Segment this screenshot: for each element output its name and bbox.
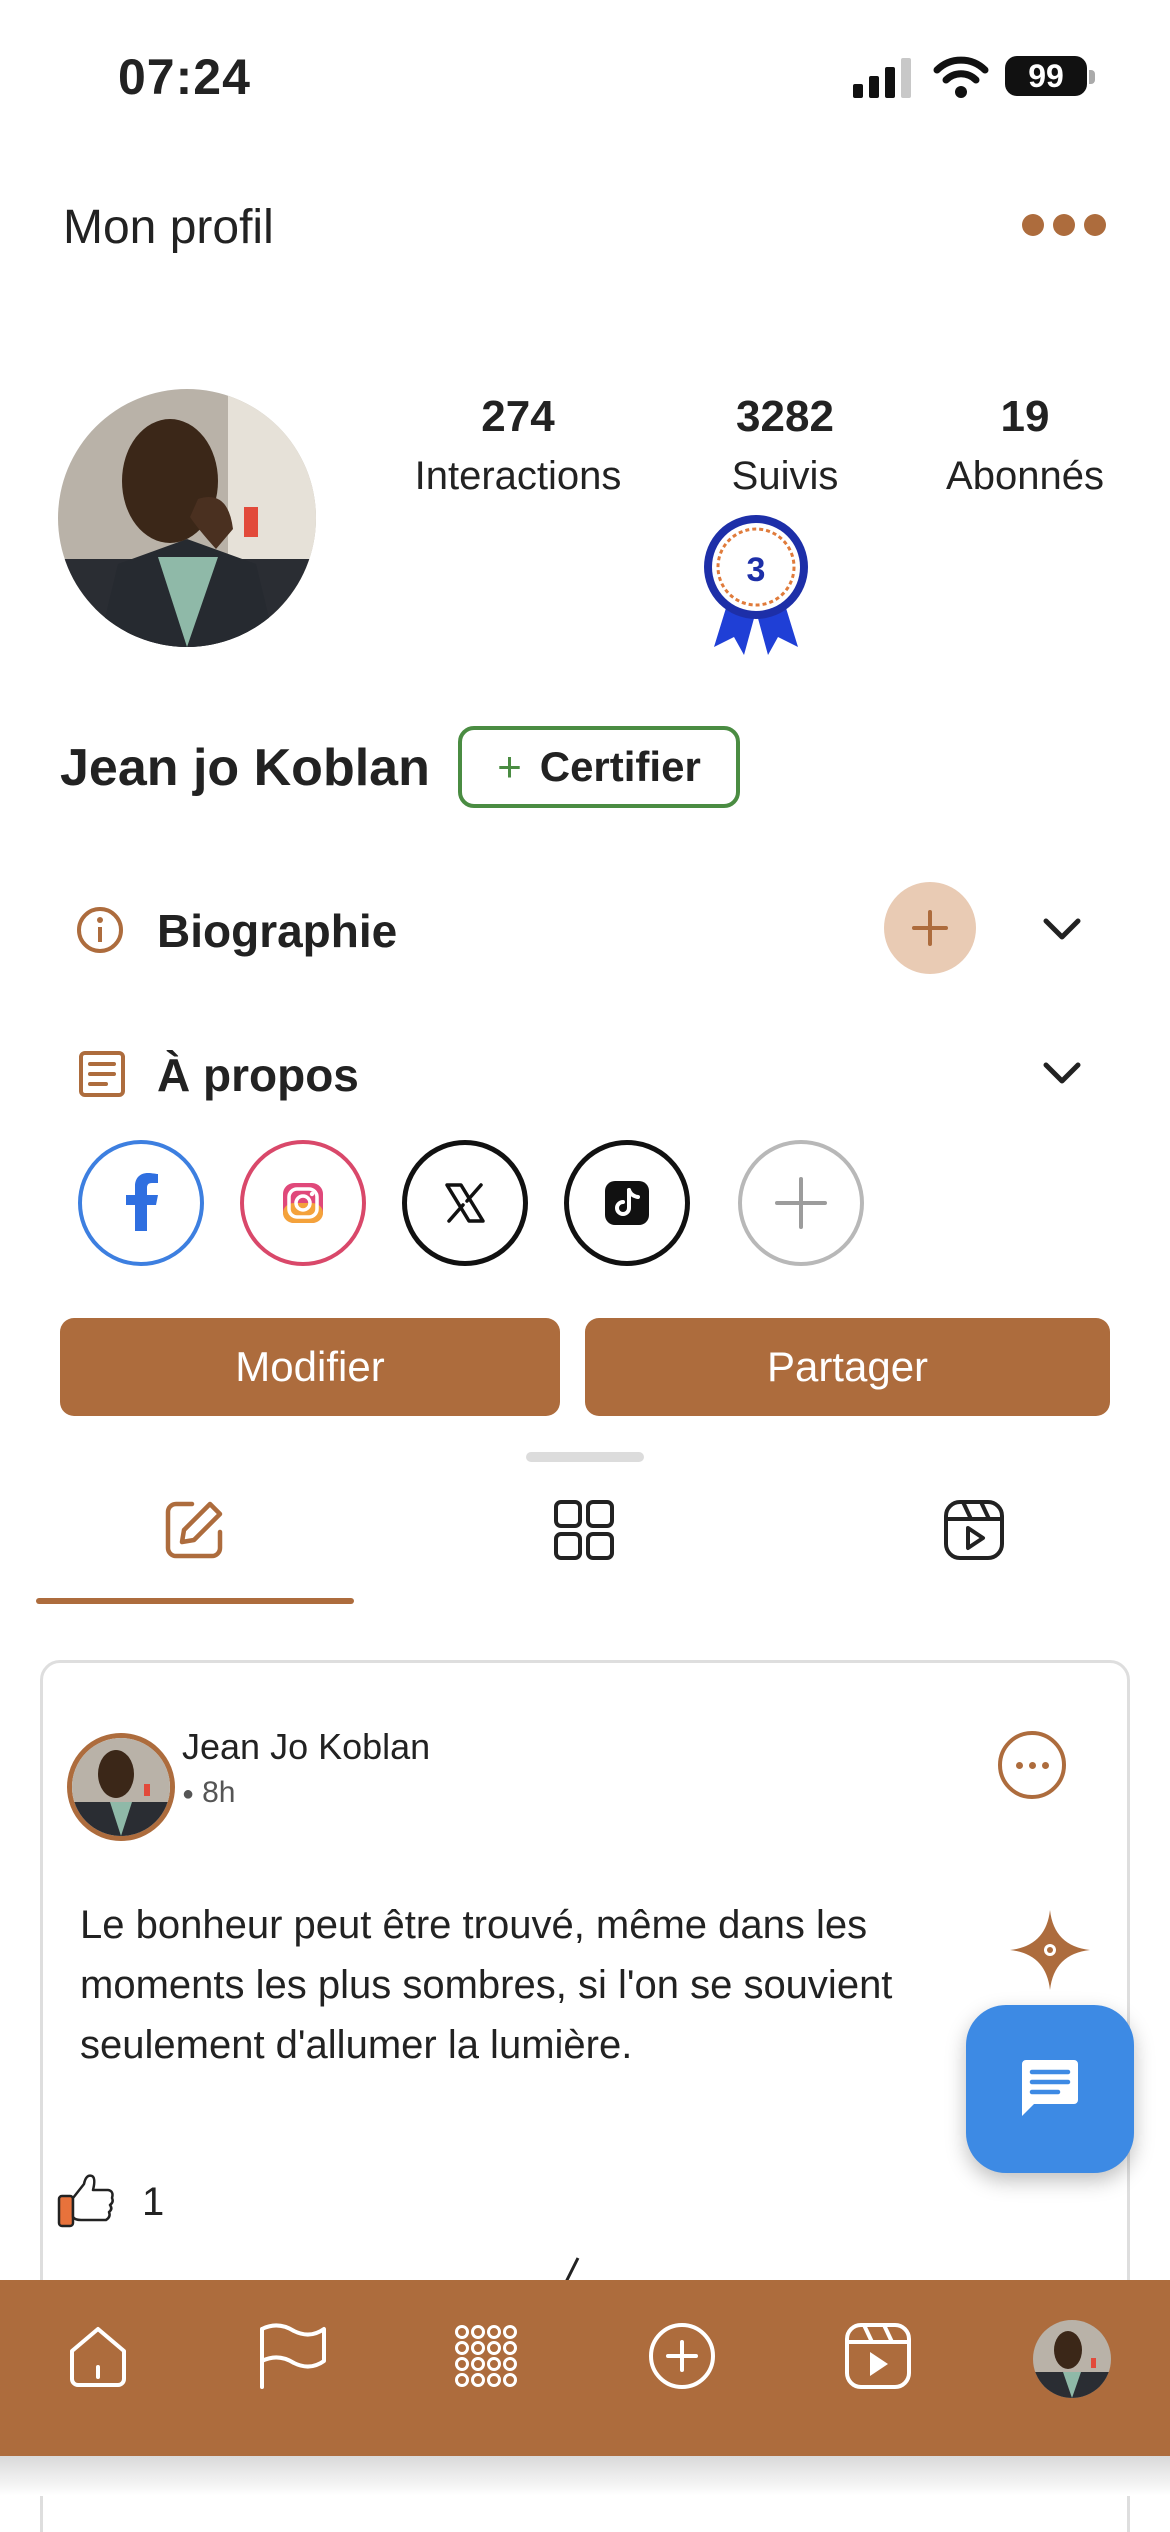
nav-apps[interactable] [438, 2308, 534, 2404]
stat-label: Abonnés [946, 454, 1104, 498]
more-horizontal-icon[interactable] [1022, 210, 1110, 240]
battery-indicator: 99 [1005, 56, 1087, 96]
edit-profile-button[interactable]: Modifier [60, 1318, 560, 1416]
tab-reels[interactable] [914, 1470, 1034, 1590]
plus-icon [912, 910, 948, 946]
post-options-button[interactable] [998, 1731, 1066, 1799]
stat-interactions[interactable]: 274 Interactions [388, 392, 648, 499]
share-profile-button[interactable]: Partager [585, 1318, 1110, 1416]
post-time-value: 8h [202, 1776, 236, 1809]
profile-name: Jean jo Koblan [60, 739, 430, 797]
tiktok-icon [605, 1181, 649, 1225]
nav-videos[interactable] [830, 2308, 926, 2404]
stat-label: Suivis [731, 454, 839, 498]
sparkle-icon[interactable] [1008, 1908, 1092, 1992]
rank-badge-icon: 3 [704, 515, 808, 655]
x-logo-icon [445, 1183, 485, 1223]
tab-posts[interactable] [134, 1470, 254, 1590]
chevron-down-icon[interactable] [1042, 1060, 1082, 1086]
info-icon [77, 907, 123, 953]
chat-icon [1022, 2060, 1078, 2116]
home-icon [70, 2327, 126, 2387]
battery-cap [1089, 70, 1095, 84]
grid-icon [554, 1500, 614, 1560]
stat-value: 19 [1000, 392, 1050, 441]
chevron-down-icon[interactable] [1042, 916, 1082, 942]
thumbs-up-icon[interactable] [56, 2170, 116, 2230]
instagram-link[interactable] [240, 1140, 366, 1266]
add-social-link[interactable] [738, 1140, 864, 1266]
stat-following[interactable]: 3282 Suivis [655, 392, 915, 499]
about-section-label[interactable]: À propos [157, 1048, 359, 1102]
plus-icon: + [497, 743, 522, 790]
avatar-photo [58, 389, 316, 647]
stat-followers[interactable]: 19 Abonnés [895, 392, 1155, 499]
edit-icon [165, 1501, 223, 1559]
add-circle-icon [649, 2323, 715, 2389]
tab-grid[interactable] [524, 1470, 644, 1590]
stat-label: Interactions [414, 454, 622, 498]
post-author-avatar[interactable] [67, 1733, 175, 1841]
nav-create[interactable] [634, 2308, 730, 2404]
avatar-photo [72, 1738, 170, 1836]
page-title: Mon profil [63, 201, 274, 254]
status-time: 07:24 [118, 49, 251, 105]
instagram-icon [283, 1183, 323, 1223]
apps-icon [455, 2325, 517, 2387]
post-text: Le bonheur peut être trouvé, même dans l… [80, 1903, 893, 2067]
stat-value: 274 [481, 392, 555, 441]
post-author-name[interactable]: Jean Jo Koblan [182, 1726, 430, 1768]
active-tab-indicator [36, 1598, 354, 1604]
nav-home[interactable] [50, 2308, 146, 2404]
drag-handle[interactable] [526, 1452, 644, 1462]
video-icon [845, 2323, 911, 2389]
bottom-nav-bar [0, 2280, 1170, 2456]
profile-avatar[interactable] [58, 389, 316, 647]
post-timestamp: ● 8h [182, 1776, 236, 1809]
nav-profile-avatar[interactable] [1033, 2320, 1111, 2398]
like-count: 1 [142, 2180, 165, 2224]
add-bio-button[interactable] [884, 882, 976, 974]
x-link[interactable] [402, 1140, 528, 1266]
bio-section-label[interactable]: Biographie [157, 904, 397, 958]
flag-icon [260, 2323, 326, 2389]
cellular-signal-icon [853, 58, 911, 98]
wifi-icon [933, 56, 989, 98]
stat-value: 3282 [736, 392, 834, 441]
chat-button[interactable] [966, 2005, 1134, 2173]
nav-flag[interactable] [244, 2308, 340, 2404]
document-icon [79, 1051, 125, 1097]
avatar-photo [1033, 2320, 1111, 2398]
reels-icon [944, 1500, 1004, 1560]
badge-level: 3 [747, 551, 766, 589]
bottom-shadow [0, 2456, 1170, 2496]
facebook-icon [126, 1173, 158, 1231]
plus-icon [775, 1177, 827, 1229]
certify-label: Certifier [539, 743, 701, 790]
tiktok-link[interactable] [564, 1140, 690, 1266]
certify-button[interactable]: + Certifier [458, 726, 740, 808]
facebook-link[interactable] [78, 1140, 204, 1266]
